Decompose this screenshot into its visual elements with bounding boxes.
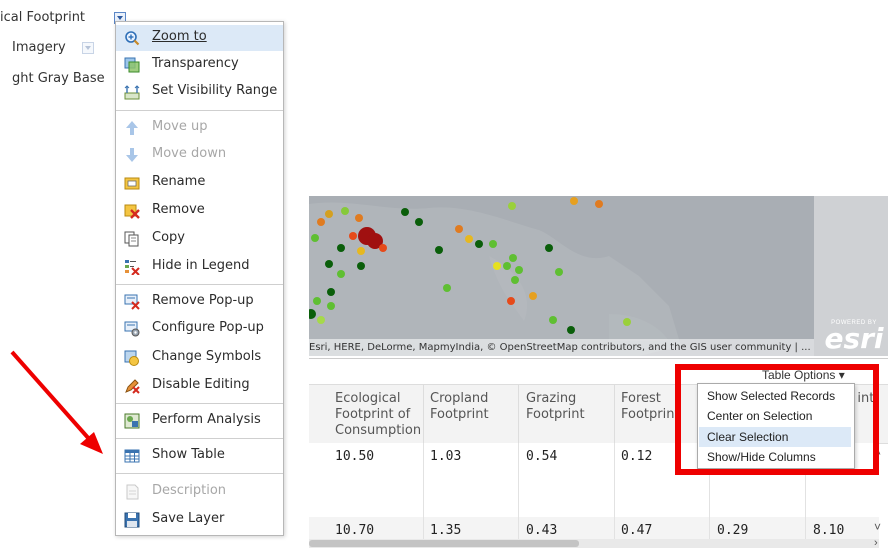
- annotation-arrow: [10, 350, 103, 454]
